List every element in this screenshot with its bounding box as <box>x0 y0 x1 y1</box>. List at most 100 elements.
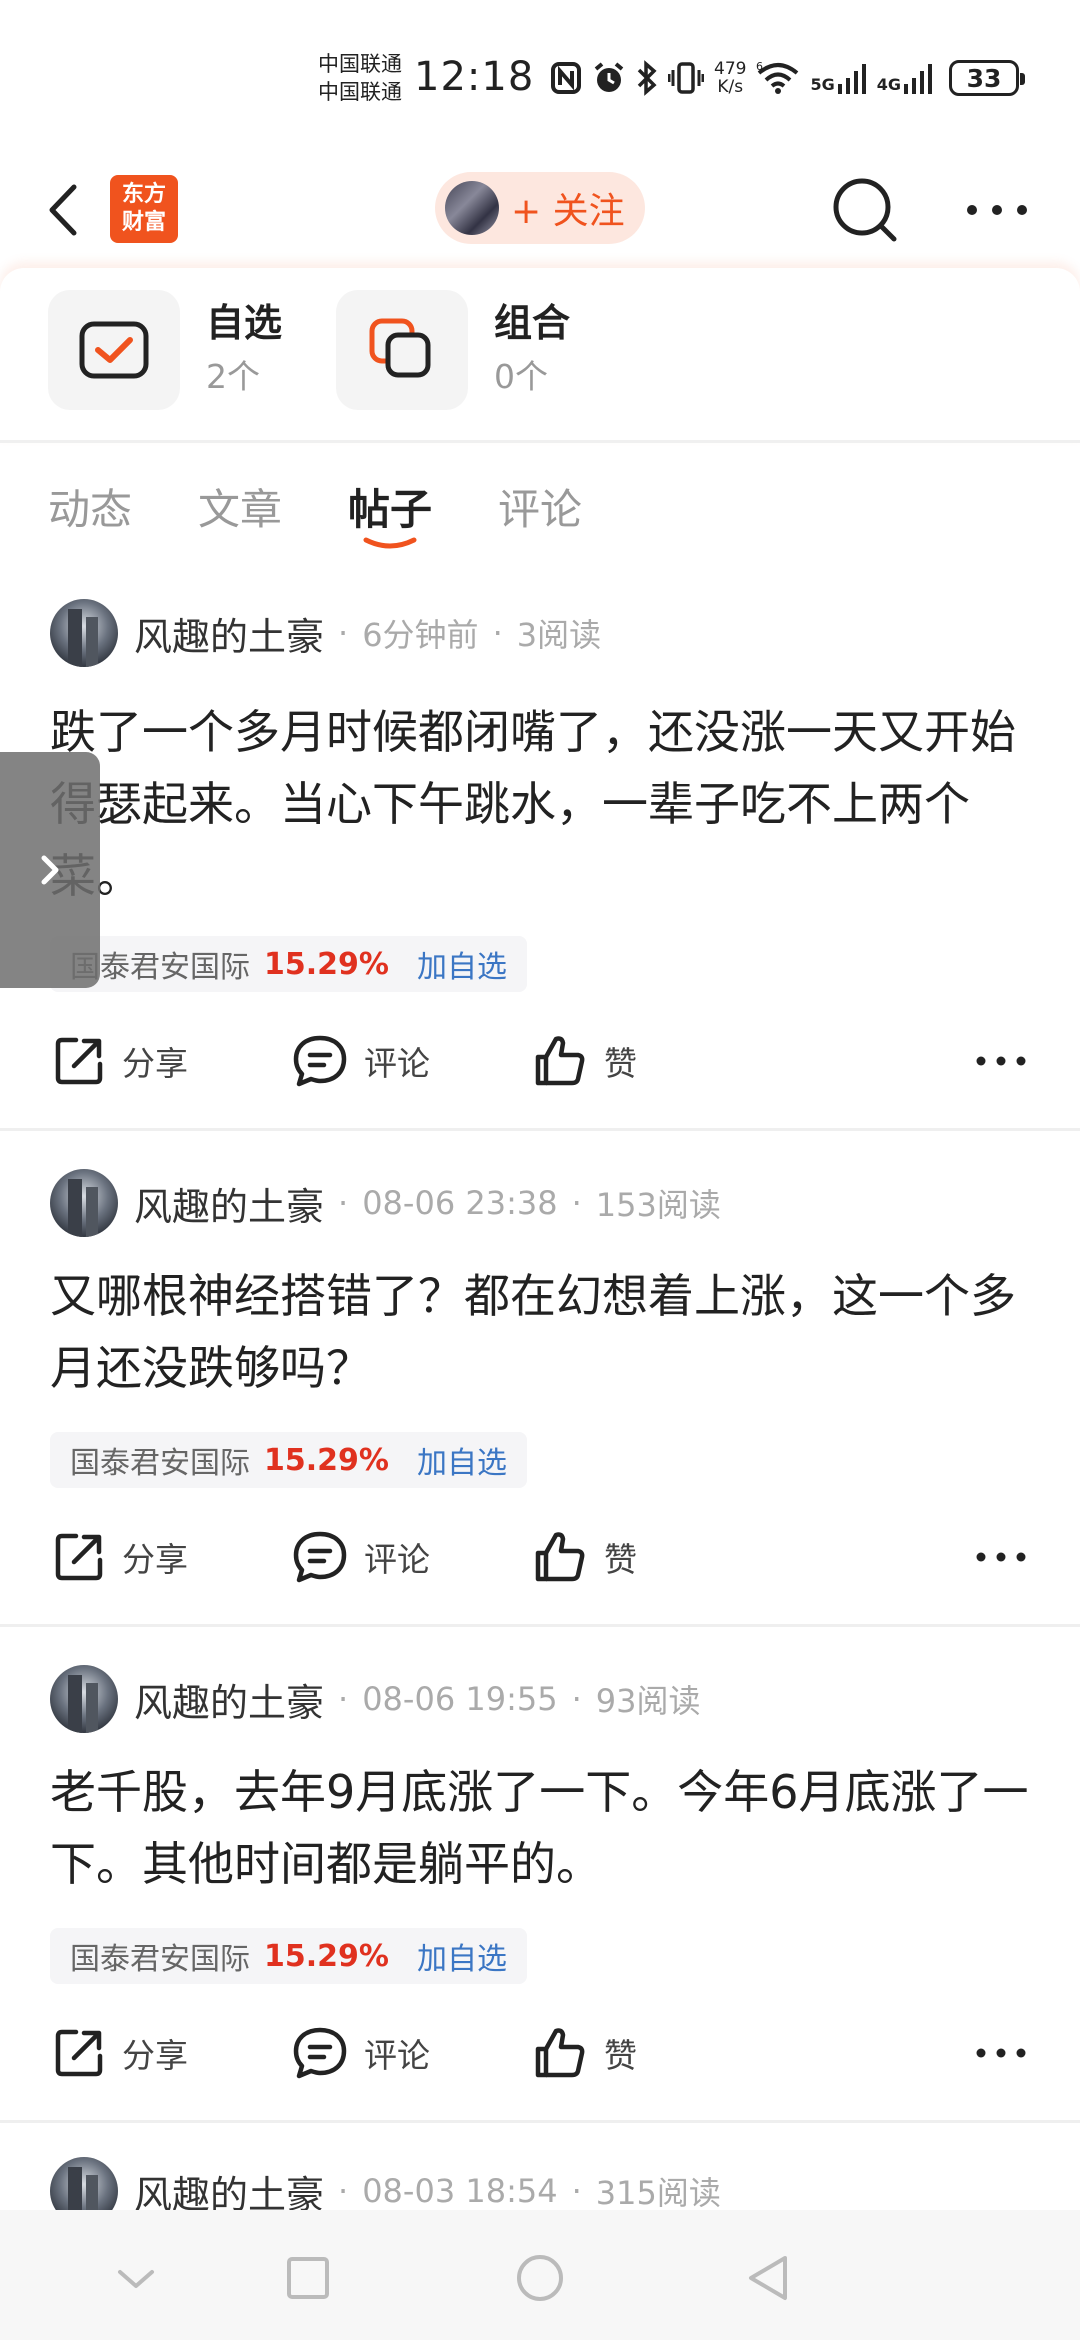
stock-tag[interactable]: 国泰君安国际 15.29% 加自选 <box>50 936 527 992</box>
carrier-labels: 中国联通 中国联通 <box>318 50 402 106</box>
comment-button[interactable]: 评论 <box>292 1522 430 1592</box>
author-name[interactable]: 风趣的土豪 <box>134 1176 324 1231</box>
chevron-left-icon <box>49 184 77 236</box>
tab-posts[interactable]: 帖子 <box>348 476 432 537</box>
post-card[interactable]: 风趣的土豪 · 08-06 19:55 · 93阅读 老千股，去年9月底涨了一下… <box>0 1664 1080 2124</box>
post-actions: 分享 评论 赞 <box>0 1026 1080 1096</box>
like-button[interactable]: 赞 <box>532 1522 637 1592</box>
watchlist-card[interactable]: 自选 2个 <box>48 280 308 410</box>
tab-comments[interactable]: 评论 <box>498 476 582 537</box>
nfc-icon <box>551 62 581 94</box>
post-header: 风趣的土豪 · 6分钟前 · 3阅读 <box>50 598 601 668</box>
triangle-back-icon <box>749 2256 787 2300</box>
author-name[interactable]: 风趣的土豪 <box>134 1672 324 1727</box>
watchlist-card-icon <box>48 290 180 410</box>
watchlist-card-count: 2个 <box>206 357 260 396</box>
like-button[interactable]: 赞 <box>532 1026 637 1096</box>
back-nav-button[interactable] <box>742 2252 794 2304</box>
side-expand-handle[interactable] <box>0 752 100 988</box>
search-button[interactable] <box>830 175 900 245</box>
post-card[interactable]: 风趣的土豪 · 08-03 18:54 · 315阅读 <box>0 2156 1080 2210</box>
post-reads: 153阅读 <box>595 1186 721 1224</box>
author-avatar[interactable] <box>50 1665 118 1733</box>
hide-keyboard-button[interactable] <box>110 2252 162 2304</box>
tab-activity[interactable]: 动态 <box>48 476 132 537</box>
comment-icon <box>293 2027 347 2079</box>
post-time: 08-03 18:54 <box>362 2172 558 2210</box>
vibrate-icon <box>668 62 704 94</box>
stock-tag[interactable]: 国泰君安国际 15.29% 加自选 <box>50 1928 527 1984</box>
follow-button[interactable]: + 关注 <box>435 172 645 244</box>
meta-dot: · <box>571 2172 582 2210</box>
logo-line-2: 财富 <box>121 210 166 235</box>
meta-dot: · <box>338 1184 349 1222</box>
comment-label: 评论 <box>364 1044 430 1083</box>
post-time: 08-06 19:55 <box>362 1680 558 1718</box>
signal-bars-icon <box>903 64 932 94</box>
network-speed-unit: K/s <box>717 77 744 97</box>
back-button[interactable] <box>40 175 90 245</box>
share-button[interactable]: 分享 <box>52 1026 188 1096</box>
active-tab-indicator <box>363 537 417 549</box>
author-avatar[interactable] <box>50 1169 118 1237</box>
alarm-icon <box>594 62 624 92</box>
portfolio-card-count: 0个 <box>494 357 548 396</box>
meta-dot: · <box>492 614 503 652</box>
like-label: 赞 <box>604 2036 637 2075</box>
author-name[interactable]: 风趣的土豪 <box>134 2164 324 2211</box>
post-body[interactable]: 老千股，去年9月底涨了一下。今年6月底涨了一下。其他时间都是躺平的。 <box>50 1756 1040 1900</box>
stock-change: 15.29% <box>264 1442 389 1478</box>
like-label: 赞 <box>604 1044 637 1083</box>
share-icon <box>55 1533 103 1581</box>
post-more-icon[interactable] <box>975 2046 1027 2060</box>
content-tabs: 动态 文章 帖子 评论 <box>0 470 1080 560</box>
share-label: 分享 <box>122 1044 188 1083</box>
svg-text:6: 6 <box>756 61 763 73</box>
portfolio-card-title: 组合 <box>494 301 571 345</box>
network-speed-value: 479 <box>714 59 747 79</box>
battery-level: 33 <box>966 63 1002 93</box>
comment-button[interactable]: 评论 <box>292 2018 430 2088</box>
clock: 12:18 <box>414 54 535 100</box>
post-body[interactable]: 跌了一个多月时候都闭嘴了，还没涨一天又开始得瑟起来。当心下午跳水，一辈子吃不上两… <box>50 696 1040 912</box>
post-more-icon[interactable] <box>975 1054 1027 1068</box>
post-more-icon[interactable] <box>975 1550 1027 1564</box>
share-button[interactable]: 分享 <box>52 1522 188 1592</box>
add-to-watchlist-link[interactable]: 加自选 <box>417 1934 507 1978</box>
post-card[interactable]: 风趣的土豪 · 08-06 23:38 · 153阅读 又哪根神经搭错了？都在幻… <box>0 1168 1080 1628</box>
share-icon <box>55 2029 103 2077</box>
follow-label: + 关注 <box>511 191 625 232</box>
status-icons: 479 K/s 6 5G 4G 33 <box>550 56 1025 100</box>
stock-tag[interactable]: 国泰君安国际 15.29% 加自选 <box>50 1432 527 1488</box>
tab-articles[interactable]: 文章 <box>198 476 282 537</box>
meta-dot: · <box>571 1184 582 1222</box>
post-reads: 315阅读 <box>595 2174 721 2210</box>
post-time: 6分钟前 <box>362 616 479 654</box>
carrier-2: 中国联通 <box>318 80 402 104</box>
share-button[interactable]: 分享 <box>52 2018 188 2088</box>
more-menu-button[interactable] <box>962 200 1032 220</box>
add-to-watchlist-link[interactable]: 加自选 <box>417 1438 507 1482</box>
post-body[interactable]: 又哪根神经搭错了？都在幻想着上涨，这一个多月还没跌够吗？ <box>50 1260 1040 1404</box>
system-nav-bar <box>0 2210 1080 2340</box>
chevron-right-icon <box>41 855 59 885</box>
home-button[interactable] <box>514 2252 566 2304</box>
meta-dot: · <box>338 2172 349 2210</box>
add-to-watchlist-link[interactable]: 加自选 <box>417 942 507 986</box>
author-avatar[interactable] <box>50 599 118 667</box>
portfolio-card[interactable]: 组合 0个 <box>336 280 596 410</box>
author-name[interactable]: 风趣的土豪 <box>134 606 324 661</box>
recents-button[interactable] <box>282 2252 334 2304</box>
like-button[interactable]: 赞 <box>532 2018 637 2088</box>
post-reads: 3阅读 <box>516 616 602 654</box>
share-label: 分享 <box>122 1540 188 1579</box>
comment-button[interactable]: 评论 <box>292 1026 430 1096</box>
post-header: 风趣的土豪 · 08-03 18:54 · 315阅读 <box>50 2156 721 2210</box>
comment-label: 评论 <box>364 1540 430 1579</box>
post-actions: 分享 评论 赞 <box>0 2018 1080 2088</box>
author-avatar[interactable] <box>50 2157 118 2210</box>
thumbs-up-icon <box>535 1532 585 1582</box>
bluetooth-icon <box>637 60 657 96</box>
post-separator <box>0 1624 1080 1627</box>
post-card[interactable]: 风趣的土豪 · 6分钟前 · 3阅读 跌了一个多月时候都闭嘴了，还没涨一天又开始… <box>0 598 1080 1128</box>
